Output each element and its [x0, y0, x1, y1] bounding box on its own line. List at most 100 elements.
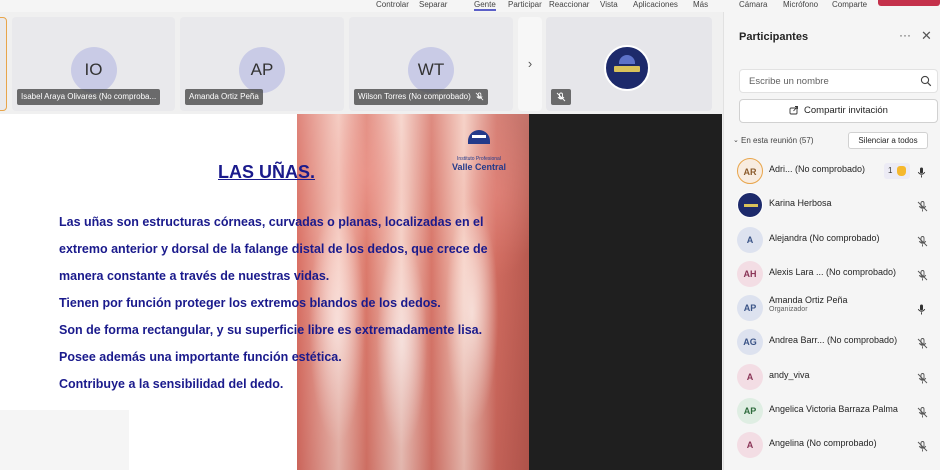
participant-name: Angelina (No comprobado)	[769, 438, 877, 448]
shared-screen-stage: Instituto Profesional Valle Central LAS …	[0, 114, 722, 470]
avatar: AH	[737, 261, 763, 287]
participant-name: Alejandra (No comprobado)	[769, 233, 880, 243]
share-invite-label: Compartir invitación	[804, 105, 888, 116]
avatar: AP	[239, 47, 285, 93]
mic-off-icon	[475, 92, 484, 101]
participant-search[interactable]	[739, 69, 938, 93]
participant-row[interactable]: AP Amanda Ortiz Peña Organizador	[737, 294, 939, 322]
leave-button[interactable]	[878, 0, 940, 6]
raised-hand-count: 1	[888, 166, 893, 175]
slide-line: Las uñas son estructuras córneas, curvad…	[59, 215, 484, 229]
mic-off-icon[interactable]	[917, 268, 928, 286]
section-label: En esta reunión (57)	[741, 136, 814, 145]
participant-row[interactable]: Karina Herbosa	[737, 191, 939, 219]
video-tile-logo[interactable]	[546, 17, 712, 111]
toolbar-people[interactable]: Gente	[474, 0, 496, 11]
toolbar-control[interactable]: Controlar	[376, 0, 409, 9]
slide-line: extremo anterior y dorsal de la falange …	[59, 242, 488, 256]
participant-name: Andrea Barr... (No comprobado)	[769, 335, 898, 345]
toolbar-mic[interactable]: Micrófono	[783, 0, 818, 9]
participant-name: Karina Herbosa	[769, 198, 832, 208]
share-invite-button[interactable]: Compartir invitación	[739, 99, 938, 123]
video-tile[interactable]: IO Isabel Araya Olivares (No comproba...	[12, 17, 175, 111]
slide-line: Contribuye a la sensibilidad del dedo.	[59, 377, 284, 391]
avatar	[737, 192, 763, 218]
participant-row[interactable]: A Angelina (No comprobado)	[737, 431, 939, 459]
meeting-toolbar: Controlar Separar Gente Participar Reacc…	[0, 0, 940, 12]
participant-name: Alexis Lara ... (No comprobado)	[769, 267, 897, 277]
participant-role: Organizador	[769, 306, 808, 313]
participant-row[interactable]: AG Andrea Barr... (No comprobado)	[737, 328, 939, 356]
close-icon[interactable]: ✕	[921, 28, 932, 44]
video-tile-partial[interactable]	[0, 17, 7, 111]
toolbar-join[interactable]: Participar	[508, 0, 542, 9]
avatar: A	[737, 364, 763, 390]
slide-body: Las uñas son estructuras córneas, curvad…	[59, 212, 519, 401]
participant-name: andy_viva	[769, 370, 810, 380]
toolbar-view[interactable]: Vista	[600, 0, 618, 9]
avatar: IO	[70, 47, 117, 93]
participant-name-block: Alejandra (No comprobado)	[769, 233, 880, 243]
participant-row[interactable]: AP Angelica Victoria Barraza Palma	[737, 397, 939, 425]
toolbar-share[interactable]: Comparte	[832, 0, 867, 9]
participant-name: Amanda Ortiz Peña	[769, 295, 848, 305]
institution-logo-icon	[604, 45, 650, 91]
participant-name-block: Angelina (No comprobado)	[769, 438, 877, 448]
participant-name: Angelica Victoria Barraza Palma	[769, 404, 898, 414]
mic-off-icon[interactable]	[917, 234, 928, 252]
participant-search-input[interactable]	[749, 74, 909, 89]
toolbar-react[interactable]: Reaccionar	[549, 0, 589, 9]
tile-name-text: Amanda Ortiz Peña	[189, 92, 259, 101]
participant-name-block: Andrea Barr... (No comprobado)	[769, 335, 897, 345]
mic-off-icon[interactable]	[917, 199, 928, 217]
more-options-icon[interactable]: ···	[899, 28, 911, 42]
tile-name-text: Wilson Torres (No comprobado)	[358, 92, 471, 101]
share-icon	[789, 106, 798, 115]
chevron-down-icon[interactable]: ⌄	[733, 136, 739, 144]
search-icon	[920, 75, 932, 87]
mic-off-icon[interactable]	[917, 405, 928, 423]
participant-name-block: Karina Herbosa	[769, 198, 832, 208]
mic-off-icon[interactable]	[917, 336, 928, 354]
raised-hand-icon	[897, 166, 906, 176]
toolbar-pop-out[interactable]: Separar	[419, 0, 447, 9]
tile-name-label: Isabel Araya Olivares (No comproba...	[17, 89, 161, 105]
in-meeting-section: ⌄ En esta reunión (57) Silenciar a todos	[733, 132, 939, 151]
tile-name-label: Amanda Ortiz Peña	[185, 89, 263, 105]
slide-title: LAS UÑAS.	[218, 162, 316, 182]
participant-row[interactable]: Aandy_viva	[737, 363, 939, 391]
mic-on-icon[interactable]	[917, 165, 926, 183]
participant-name-block: Amanda Ortiz Peña Organizador	[769, 295, 848, 313]
video-tile[interactable]: AP Amanda Ortiz Peña	[180, 17, 344, 111]
avatar: AG	[737, 329, 763, 355]
toolbar-apps[interactable]: Aplicaciones	[633, 0, 678, 9]
video-tile[interactable]: WT Wilson Torres (No comprobado)	[349, 17, 513, 111]
avatar: A	[737, 432, 763, 458]
participant-row[interactable]: AR Adri... (No comprobado) 1	[737, 157, 939, 185]
toolbar-camera[interactable]: Cámara	[739, 0, 767, 9]
mic-on-icon[interactable]	[917, 302, 926, 320]
video-strip: IO Isabel Araya Olivares (No comproba...…	[0, 12, 722, 114]
institution-logo-icon	[468, 130, 490, 144]
mic-off-chip	[551, 89, 571, 105]
next-tiles-arrow-icon[interactable]: ›	[518, 17, 542, 111]
participants-panel: Participantes ··· ✕ Compartir invitación…	[723, 12, 940, 470]
presentation-slide: Instituto Profesional Valle Central LAS …	[0, 114, 529, 470]
slide-line: manera constante a través de nuestras vi…	[59, 269, 330, 283]
slide-line: Son de forma rectangular, y su superfici…	[59, 323, 483, 337]
toolbar-more[interactable]: Más	[693, 0, 708, 9]
tile-name-label: Wilson Torres (No comprobado)	[354, 89, 488, 105]
participant-row[interactable]: AH Alexis Lara ... (No comprobado)	[737, 260, 939, 288]
avatar: A	[737, 227, 763, 253]
mic-off-icon[interactable]	[917, 371, 928, 389]
participant-name: Adri... (No comprobado)	[769, 164, 866, 174]
avatar: WT	[408, 47, 454, 93]
mute-all-button[interactable]: Silenciar a todos	[848, 132, 928, 149]
slide-blank-area	[0, 410, 129, 470]
slide-line: Tienen por función proteger los extremos…	[59, 296, 441, 310]
mic-off-icon	[556, 92, 566, 102]
mic-off-icon[interactable]	[917, 439, 928, 457]
avatar: AP	[737, 295, 763, 321]
participant-row[interactable]: A Alejandra (No comprobado)	[737, 226, 939, 254]
participant-name-block: Angelica Victoria Barraza Palma	[769, 404, 898, 414]
